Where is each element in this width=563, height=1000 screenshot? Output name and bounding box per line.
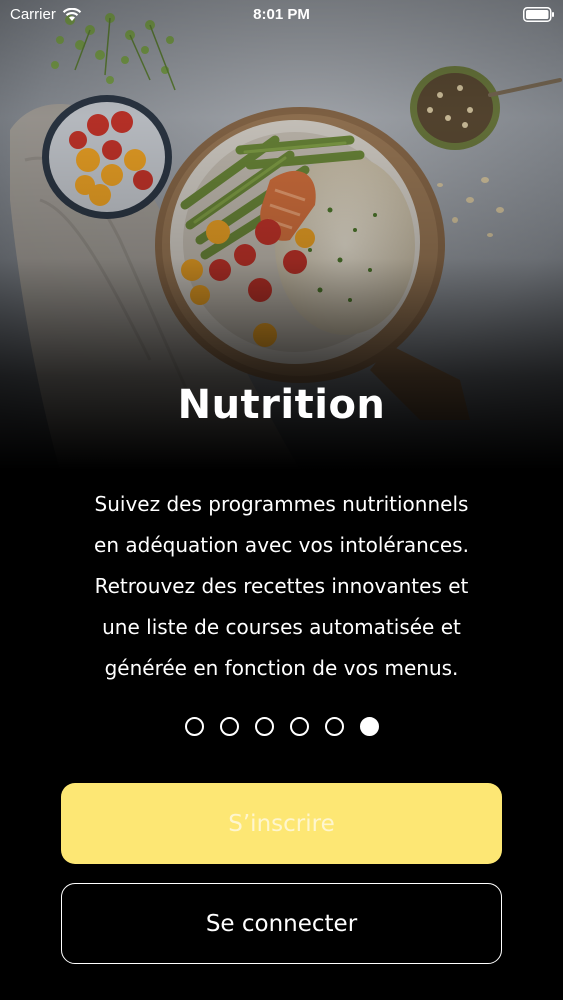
status-bar: Carrier 8:01 PM: [0, 0, 563, 30]
page-dot[interactable]: [254, 717, 274, 736]
signup-button-label: S’inscrire: [228, 810, 335, 837]
page-dot-active[interactable]: [359, 717, 379, 736]
login-button[interactable]: Se connecter: [61, 883, 502, 964]
page-dot[interactable]: [219, 717, 239, 736]
signup-button[interactable]: S’inscrire: [61, 783, 502, 864]
page-dot[interactable]: [324, 717, 344, 736]
login-button-label: Se connecter: [205, 910, 358, 937]
onboarding-title: Nutrition: [177, 382, 386, 428]
battery-icon: [523, 7, 555, 22]
page-dot[interactable]: [289, 717, 309, 736]
onboarding-description: Suivez des programmes nutritionnels en a…: [94, 492, 469, 680]
status-time: 8:01 PM: [253, 6, 310, 23]
onboarding-screen: Carrier 8:01 PM Nutrition Suivez des pro…: [0, 0, 563, 1000]
page-dot[interactable]: [184, 717, 204, 736]
page-indicator[interactable]: [0, 717, 563, 736]
